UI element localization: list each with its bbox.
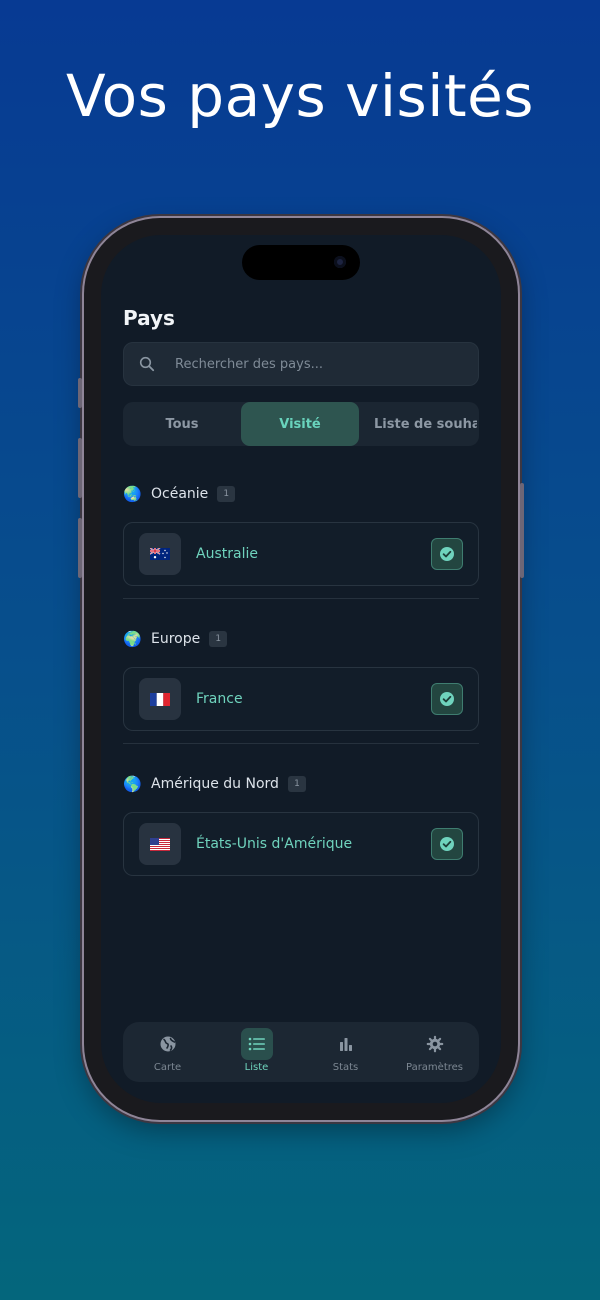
search-icon: [139, 356, 155, 372]
app-screen: Pays Tous Visité Liste de souhaits 🌏 Océ…: [101, 235, 501, 1103]
country-name: Australie: [196, 546, 258, 562]
filter-tab-wishlist[interactable]: Liste de souhaits: [359, 402, 477, 446]
region-count-badge: 1: [287, 776, 306, 792]
region-header-europe: 🌍 Europe 1: [123, 629, 228, 649]
visited-check-button[interactable]: [431, 538, 463, 570]
dynamic-island: [242, 245, 360, 280]
region-count-badge: 1: [209, 631, 228, 647]
country-row-australia[interactable]: Australie: [123, 522, 479, 586]
check-circle-icon: [440, 692, 454, 706]
france-flag-icon: [139, 678, 181, 720]
region-count-badge: 1: [217, 486, 236, 502]
globe-europe-africa-icon: 🌍: [123, 630, 142, 648]
usa-flag-icon: [139, 823, 181, 865]
phone-frame: Pays Tous Visité Liste de souhaits 🌏 Océ…: [78, 218, 524, 1120]
region-name: Océanie: [151, 486, 209, 502]
tab-liste[interactable]: Liste: [212, 1022, 301, 1082]
globe-americas-icon: 🌎: [123, 775, 142, 793]
australia-flag-icon: [139, 533, 181, 575]
region-header-north-america: 🌎 Amérique du Nord 1: [123, 774, 306, 794]
search-bar[interactable]: [123, 342, 479, 386]
volume-up-button: [78, 438, 82, 498]
search-input[interactable]: [173, 355, 457, 373]
list-icon: [240, 1028, 273, 1060]
tab-label: Paramètres: [405, 1062, 464, 1073]
tab-label: Liste: [244, 1062, 269, 1073]
check-circle-icon: [440, 837, 454, 851]
country-row-usa[interactable]: États-Unis d'Amérique: [123, 812, 479, 876]
power-button: [520, 483, 524, 578]
tab-parametres[interactable]: Paramètres: [390, 1022, 479, 1082]
tab-carte[interactable]: Carte: [123, 1022, 212, 1082]
region-header-oceania: 🌏 Océanie 1: [123, 484, 236, 504]
volume-down-button: [78, 518, 82, 578]
camera-icon: [334, 256, 346, 268]
country-row-france[interactable]: France: [123, 667, 479, 731]
tab-label: Carte: [153, 1062, 182, 1073]
region-name: Europe: [151, 631, 201, 647]
filter-tab-all[interactable]: Tous: [123, 402, 241, 446]
filter-segmented-control: Tous Visité Liste de souhaits: [123, 402, 479, 446]
region-name: Amérique du Nord: [151, 776, 279, 792]
action-button: [78, 378, 82, 408]
page-title: Pays: [123, 306, 175, 330]
gear-icon: [419, 1028, 451, 1060]
bottom-tab-bar: Carte Liste Stats Paramètres: [123, 1022, 479, 1082]
country-name: France: [196, 691, 243, 707]
globe-asia-australia-icon: 🌏: [123, 485, 142, 503]
headline: Vos pays visités: [65, 62, 535, 130]
filter-tab-visited[interactable]: Visité: [241, 402, 359, 446]
section-divider: [123, 598, 479, 599]
globe-icon: [152, 1028, 184, 1060]
country-name: États-Unis d'Amérique: [196, 836, 353, 852]
tab-label: Stats: [332, 1062, 359, 1073]
bar-chart-icon: [330, 1028, 362, 1060]
tab-stats[interactable]: Stats: [301, 1022, 390, 1082]
visited-check-button[interactable]: [431, 828, 463, 860]
visited-check-button[interactable]: [431, 683, 463, 715]
section-divider: [123, 743, 479, 744]
check-circle-icon: [440, 547, 454, 561]
